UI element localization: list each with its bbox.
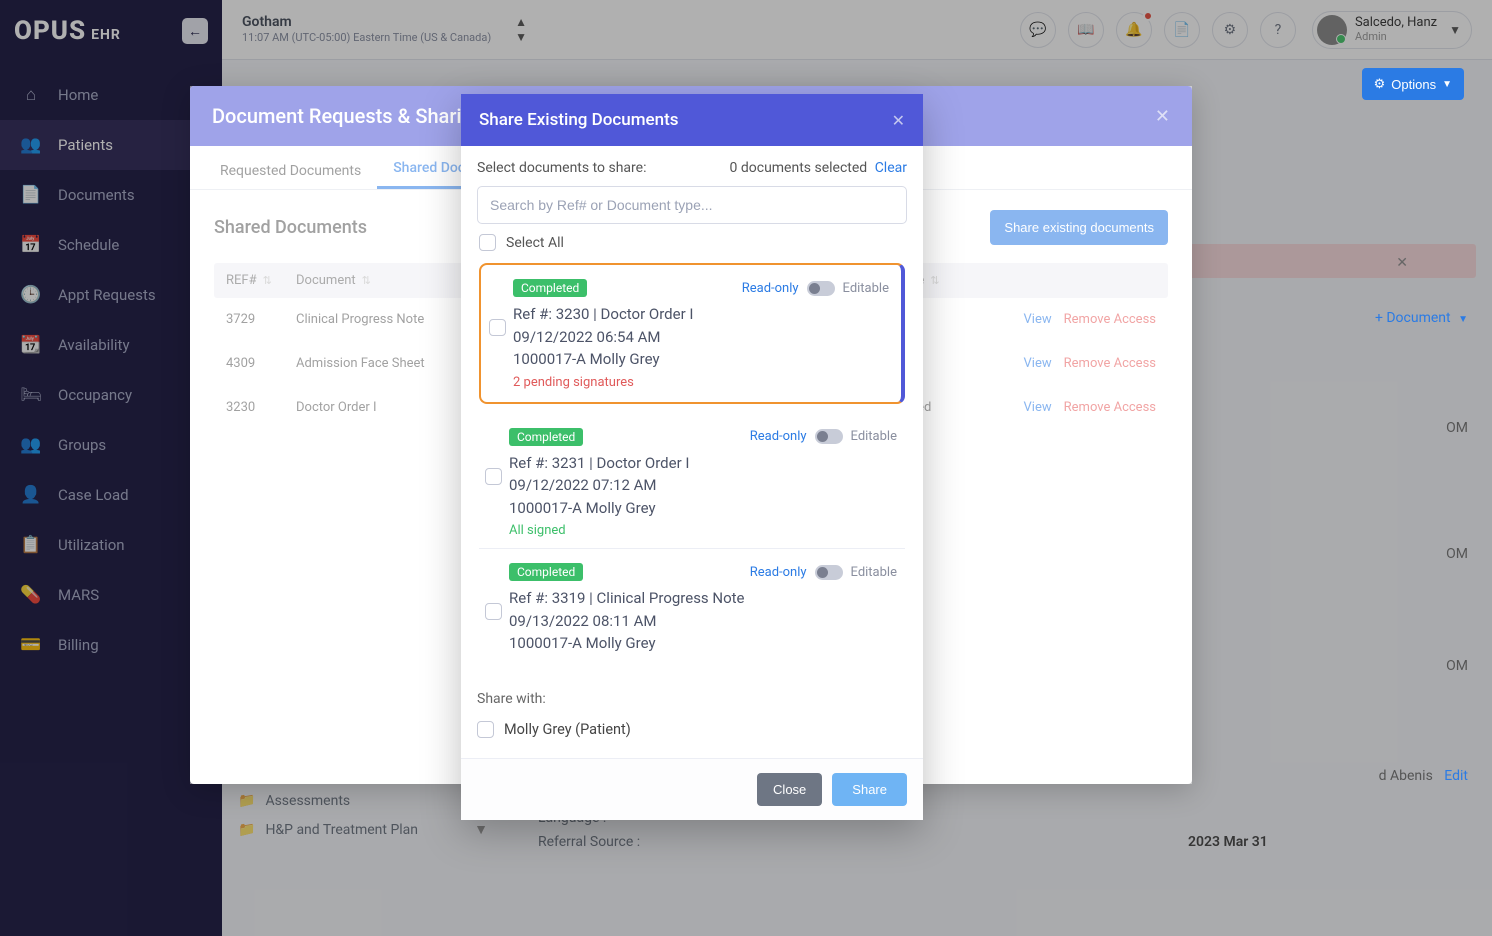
- editable-toggle[interactable]: [807, 281, 835, 296]
- doc-line-3: 1000017-A Molly Grey: [509, 497, 897, 520]
- doc-item: Completed Read-only Editable Ref #: 3231 | …: [479, 414, 905, 550]
- select-docs-label: Select documents to share:: [477, 160, 646, 176]
- doc-item: Completed Read-only Editable Ref #: 3230 | …: [479, 263, 905, 404]
- doc-line-1: Ref #: 3319 | Clinical Progress Note: [509, 587, 897, 610]
- add-document-button[interactable]: + Document ▼: [1375, 310, 1468, 326]
- doc-checkbox[interactable]: [485, 603, 502, 620]
- readonly-label: Read-only: [750, 429, 807, 444]
- doc-line-2: 09/12/2022 06:54 AM: [513, 326, 889, 349]
- readonly-label: Read-only: [742, 281, 799, 296]
- share-user-checkbox[interactable]: [477, 721, 494, 738]
- share-button[interactable]: Share: [832, 773, 907, 806]
- doc-line-2: 09/13/2022 08:11 AM: [509, 610, 897, 633]
- readonly-label: Read-only: [750, 565, 807, 580]
- editable-label: Editable: [851, 565, 897, 580]
- editable-toggle[interactable]: [815, 565, 843, 580]
- gear-icon: ⚙: [1374, 76, 1386, 92]
- doc-line-3: 1000017-A Molly Grey: [513, 348, 889, 371]
- doc-line-3: 1000017-A Molly Grey: [509, 632, 897, 655]
- alert-close-icon[interactable]: ✕: [1396, 255, 1408, 271]
- stub-om3: OM: [1288, 658, 1468, 674]
- status-badge: Completed: [509, 563, 583, 581]
- options-label: Options: [1391, 77, 1436, 92]
- share-existing-title: Share Existing Documents: [479, 110, 679, 130]
- doc-line-2: 09/12/2022 07:12 AM: [509, 474, 897, 497]
- share-existing-close-icon[interactable]: ✕: [892, 111, 905, 130]
- share-with-label: Share with:: [461, 677, 923, 713]
- share-user-name: Molly Grey (Patient): [504, 721, 631, 738]
- selected-count: 0 documents selected: [730, 160, 868, 176]
- doc-item: Completed Read-only Editable Ref #: 3319 | …: [479, 549, 905, 665]
- select-all-checkbox[interactable]: [479, 234, 496, 251]
- doc-line-1: Ref #: 3230 | Doctor Order I: [513, 303, 889, 326]
- doc-line-1: Ref #: 3231 | Doctor Order I: [509, 452, 897, 475]
- edit-link[interactable]: Edit: [1444, 768, 1468, 784]
- select-all-label: Select All: [506, 235, 564, 251]
- doc-search-input[interactable]: [477, 186, 907, 224]
- doc-note: 2 pending signatures: [513, 375, 889, 390]
- doc-checkbox[interactable]: [485, 468, 502, 485]
- editable-toggle[interactable]: [815, 429, 843, 444]
- right-panel-stub: + Document ▼ OM OM OM d Abenis Edit: [1288, 310, 1468, 784]
- doc-list: Completed Read-only Editable Ref #: 3230 | …: [477, 257, 907, 667]
- options-button[interactable]: ⚙ Options ▼: [1362, 68, 1464, 100]
- editable-label: Editable: [843, 281, 889, 296]
- doc-note: All signed: [509, 523, 897, 538]
- close-button[interactable]: Close: [757, 773, 822, 806]
- caret-down-icon: ▼: [1442, 79, 1452, 90]
- stub-abenis: d Abenis: [1379, 768, 1433, 784]
- stub-om2: OM: [1288, 546, 1468, 562]
- share-existing-modal: Share Existing Documents ✕ Select docume…: [461, 94, 923, 820]
- editable-label: Editable: [851, 429, 897, 444]
- status-badge: Completed: [509, 428, 583, 446]
- status-badge: Completed: [513, 279, 587, 297]
- doc-checkbox[interactable]: [489, 319, 506, 336]
- stub-om1: OM: [1288, 420, 1468, 436]
- clear-link[interactable]: Clear: [875, 160, 907, 176]
